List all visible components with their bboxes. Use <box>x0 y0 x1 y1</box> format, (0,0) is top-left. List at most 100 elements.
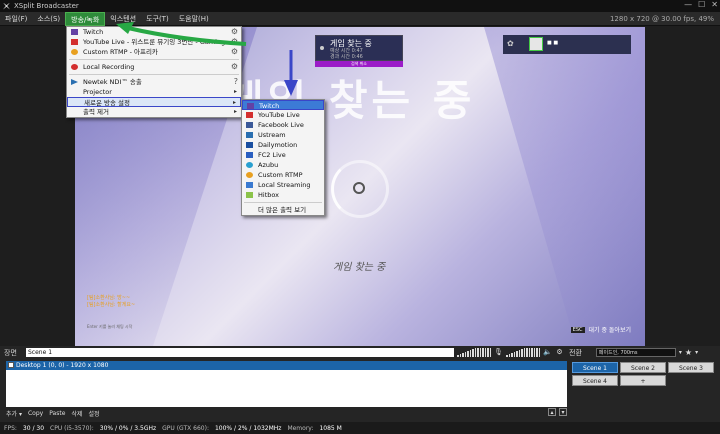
gear-icon[interactable]: ⚙ <box>555 348 564 357</box>
match-status-box: 게임 찾는 중 예상 시간 0:47 경과 시간 0:46 <box>315 35 403 61</box>
speaker-volume-meter[interactable] <box>457 348 491 357</box>
mic-volume-meter[interactable] <box>506 348 540 357</box>
output-twitch[interactable]: Twitch <box>242 100 324 110</box>
status-bar: FPS: 30 / 30 CPU (i5-3570): 30% / 0% / 3… <box>0 422 720 434</box>
output-local-streaming[interactable]: Local Streaming <box>242 180 324 190</box>
window-title: XSplit Broadcaster <box>14 2 79 10</box>
submenu-arrow-icon: ▸ <box>233 88 237 95</box>
new-output-submenu: Twitch YouTube Live Facebook Live Ustrea… <box>241 99 325 216</box>
menu-item-label: 새로운 방송 설정 <box>84 99 130 107</box>
move-down-icon[interactable]: ▾ <box>559 408 567 416</box>
cpu-value: 30% / 0% / 3.5GHz <box>99 424 157 432</box>
copy-button[interactable]: Copy <box>28 410 43 417</box>
blue-annotation-arrow-icon <box>284 50 298 96</box>
record-icon <box>71 64 78 70</box>
title-bar: XSplit Broadcaster — ☐ ✕ <box>0 0 720 12</box>
party-panel: ✿ ■ ■ <box>503 35 631 54</box>
menu-broadcast[interactable]: 방송/녹화 <box>65 11 106 26</box>
fc2-icon <box>246 152 253 158</box>
add-scene-button[interactable]: + <box>620 375 666 386</box>
esc-label: 대기 중 돌아보기 <box>588 327 631 334</box>
menu-item-remove-output[interactable]: 출력 제거 ▸ <box>67 107 241 117</box>
avatar <box>529 37 543 51</box>
ndi-icon <box>71 79 78 85</box>
youtube-icon <box>246 112 253 118</box>
source-label: Desktop 1 (0, 0) - 1920 x 1080 <box>16 362 109 369</box>
microphone-icon[interactable]: 🎙 <box>494 348 503 357</box>
maximize-button[interactable]: ☐ <box>698 0 705 9</box>
menu-item-label: Twitch <box>83 28 104 36</box>
minimize-button[interactable]: — <box>684 0 692 9</box>
menu-source[interactable]: 소스(S) <box>32 12 65 26</box>
chat-hint: Enter 키를 눌러 채팅 시작 <box>87 324 133 329</box>
azubu-icon <box>246 162 253 168</box>
star-icon[interactable]: ★ <box>685 348 692 357</box>
scene-row: 장면 Scene 1 🎙 🔈 ⚙ <box>0 346 567 359</box>
menu-item-new-output[interactable]: 새로운 방송 설정 ▸ <box>67 97 241 107</box>
menu-item-local-recording[interactable]: Local Recording ⚙ <box>67 62 241 72</box>
output-youtube[interactable]: YouTube Live <box>242 110 324 120</box>
right-workspace <box>645 27 720 346</box>
paste-button[interactable]: Paste <box>49 410 65 417</box>
menu-item-label: Dailymotion <box>258 141 298 149</box>
searching-text: 게임 찾는 중 <box>333 262 386 273</box>
bottom-panel: 장면 Scene 1 🎙 🔈 ⚙ Desktop 1 (0, 0) - 1920… <box>0 346 720 422</box>
party-icon: ✿ <box>507 39 514 48</box>
move-up-icon[interactable]: ▴ <box>548 408 556 416</box>
scene-name-field[interactable]: Scene 1 <box>26 348 454 357</box>
facebook-icon <box>246 122 253 128</box>
chat-log: [팀]소환사님: 방~~ [팀]소환사님: 할게요~ <box>87 295 135 309</box>
menu-item-label: Projector <box>83 88 112 96</box>
output-dailymotion[interactable]: Dailymotion <box>242 140 324 150</box>
spinner-center-icon <box>353 182 365 194</box>
output-fc2[interactable]: FC2 Live <box>242 150 324 160</box>
menu-item-label: FC2 Live <box>258 151 286 159</box>
visibility-checkbox[interactable] <box>8 362 14 368</box>
speaker-icon[interactable]: 🔈 <box>543 348 552 357</box>
cancel-search-button[interactable]: 검색 취소 <box>315 61 403 67</box>
scene-2-button[interactable]: Scene 2 <box>620 362 666 373</box>
add-source-button[interactable]: 추가 ▾ <box>6 409 22 418</box>
menu-item-projector[interactable]: Projector ▸ <box>67 87 241 97</box>
menu-item-label: Local Recording <box>83 63 135 71</box>
transition-row: 전환 페이드인, 700ms ▾ ★ ▾ <box>569 347 720 358</box>
memory-value: 1085 M <box>319 424 342 432</box>
output-custom-rtmp[interactable]: Custom RTMP <box>242 170 324 180</box>
output-more[interactable]: 더 많은 출력 보기 <box>242 205 324 215</box>
close-button[interactable]: ✕ <box>711 0 718 9</box>
star-dropdown-icon[interactable]: ▾ <box>695 349 698 356</box>
output-ustream[interactable]: Ustream <box>242 130 324 140</box>
output-hitbox[interactable]: Hitbox <box>242 190 324 200</box>
scene-1-button[interactable]: Scene 1 <box>572 362 618 373</box>
dailymotion-icon <box>246 142 253 148</box>
output-azubu[interactable]: Azubu <box>242 160 324 170</box>
cpu-label: CPU (i5-3570): <box>50 424 94 432</box>
player-name: ■ ■ <box>547 40 559 46</box>
help-icon[interactable]: ? <box>234 77 238 87</box>
transition-select[interactable]: 페이드인, 700ms <box>595 348 676 357</box>
menu-file[interactable]: 파일(F) <box>0 12 32 26</box>
scene-3-button[interactable]: Scene 3 <box>668 362 714 373</box>
menu-item-label: Facebook Live <box>258 121 304 129</box>
menu-item-ndi[interactable]: Newtek NDI™ 송출 ? <box>67 77 241 87</box>
gpu-label: GPU (GTX 660): <box>162 424 209 432</box>
source-list[interactable]: Desktop 1 (0, 0) - 1920 x 1080 <box>6 361 567 407</box>
gear-icon[interactable]: ⚙ <box>231 62 238 72</box>
menu-item-label: Hitbox <box>258 191 279 199</box>
source-toolbar: 추가 ▾ Copy Paste 삭제 설정 ▴ ▾ <box>6 408 567 418</box>
menu-item-label: Ustream <box>258 131 286 139</box>
youtube-icon <box>71 39 78 45</box>
esc-key: ESC <box>570 326 585 333</box>
scene-label: 장면 <box>4 348 17 357</box>
menu-item-label: YouTube Live <box>258 111 300 119</box>
menu-item-label: Local Streaming <box>258 181 311 189</box>
dropdown-arrow-icon[interactable]: ▾ <box>679 349 682 356</box>
list-item[interactable]: Desktop 1 (0, 0) - 1920 x 1080 <box>6 361 567 370</box>
submenu-arrow-icon: ▸ <box>233 108 237 115</box>
scene-4-button[interactable]: Scene 4 <box>572 375 618 386</box>
delete-button[interactable]: 삭제 <box>71 409 82 418</box>
settings-button[interactable]: 설정 <box>88 409 99 418</box>
gpu-value: 100% / 2% / 1032MHz <box>214 424 282 432</box>
left-workspace <box>0 27 75 346</box>
output-facebook[interactable]: Facebook Live <box>242 120 324 130</box>
